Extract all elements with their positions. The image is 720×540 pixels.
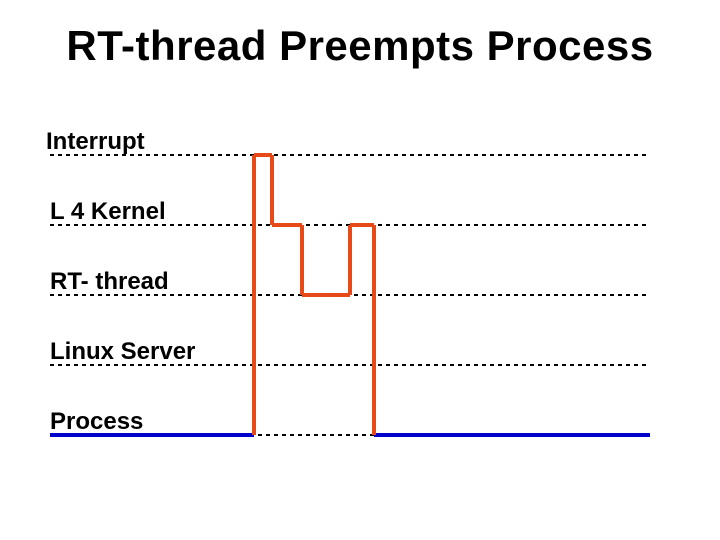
slide: RT-thread Preempts Process Interrupt L 4… bbox=[0, 0, 720, 540]
timing-chart bbox=[0, 0, 720, 540]
